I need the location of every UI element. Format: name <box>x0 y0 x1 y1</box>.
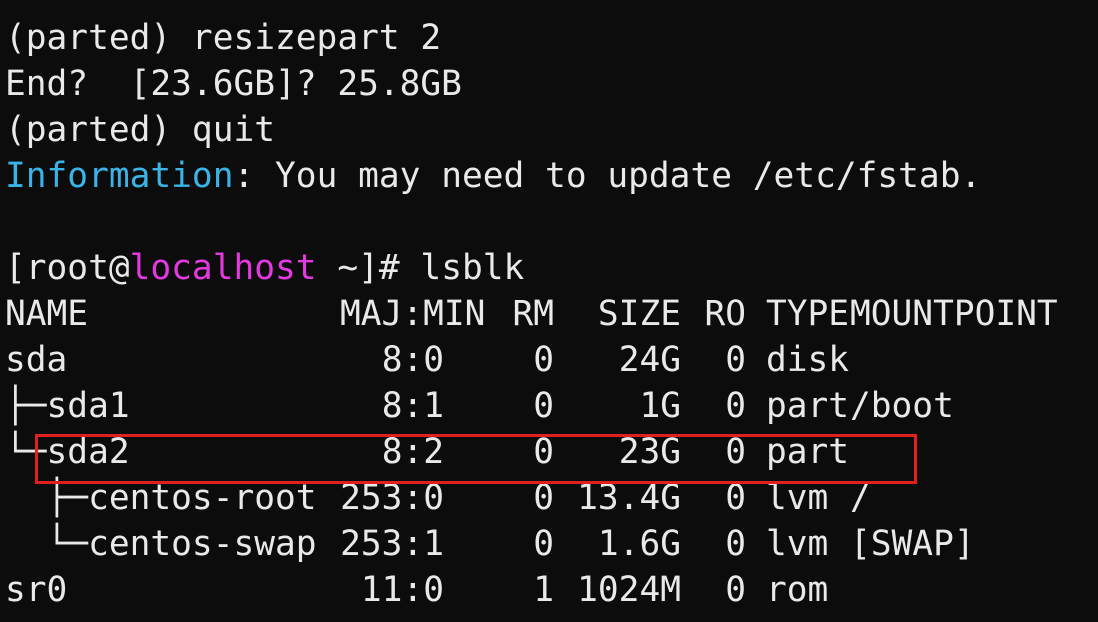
row-majmin: 253:1 <box>340 524 444 564</box>
row-mountpoint: [SWAP] <box>850 524 975 564</box>
table-row: ├─centos-root 253:0 0 13.4G 0 lvm / <box>5 475 1098 521</box>
row-majmin: 8:0 <box>381 340 444 380</box>
shell-prompt-line: [root@localhost ~]# lsblk <box>5 245 1098 291</box>
header-majmin: MAJ:MIN <box>340 294 486 334</box>
row-rm: 0 <box>533 524 554 564</box>
lsblk-header-row: NAME MAJ:MIN RM SIZE RO TYPE MOUNTPOINT <box>5 291 1098 337</box>
header-ro: RO <box>704 294 746 334</box>
row-type: part <box>766 432 850 472</box>
table-row: ├─sda1 8:1 0 1G 0 part/boot <box>5 383 1098 429</box>
terminal-line-end-prompt: End? [23.6GB]? 25.8GB <box>5 64 462 104</box>
row-majmin: 11:0 <box>360 570 444 610</box>
prompt-hostname: localhost <box>129 248 317 288</box>
row-majmin: 8:2 <box>381 432 444 472</box>
row-type: disk <box>766 340 850 380</box>
row-name: ├─sda1 <box>5 386 130 426</box>
row-ro: 0 <box>725 386 746 426</box>
row-ro: 0 <box>725 524 746 564</box>
row-ro: 0 <box>725 570 746 610</box>
row-ro: 0 <box>725 340 746 380</box>
information-label: Information <box>5 156 234 196</box>
row-mountpoint: /boot <box>850 386 954 426</box>
row-rm: 0 <box>533 340 554 380</box>
row-name: └─sda2 <box>5 432 130 472</box>
information-text: : You may need to update /etc/fstab. <box>233 156 982 196</box>
terminal-window[interactable]: (parted) resizepart 2 End? [23.6GB]? 25.… <box>0 0 1098 622</box>
prompt-prefix: [root@ <box>5 248 130 288</box>
row-rm: 0 <box>533 386 554 426</box>
header-mountpoint: MOUNTPOINT <box>850 294 1058 334</box>
header-rm: RM <box>512 294 554 334</box>
header-name: NAME <box>5 294 89 334</box>
table-row: └─centos-swap 253:1 0 1.6G 0 lvm [SWAP] <box>5 521 1098 567</box>
row-type: rom <box>766 570 829 610</box>
row-rm: 0 <box>533 432 554 472</box>
terminal-line-resize: (parted) resizepart 2 <box>5 18 442 58</box>
header-type: TYPE <box>766 294 850 334</box>
row-rm: 1 <box>533 570 554 610</box>
table-row: sda 8:0 0 24G 0 disk <box>5 337 1098 383</box>
row-type: lvm <box>766 524 829 564</box>
table-row: └─sda2 8:2 0 23G 0 part <box>5 429 1098 475</box>
row-size: 24G <box>618 340 681 380</box>
row-name: ├─centos-root <box>5 478 317 518</box>
table-row: sr0 11:0 1 1024M 0 rom <box>5 567 1098 613</box>
row-ro: 0 <box>725 478 746 518</box>
row-ro: 0 <box>725 432 746 472</box>
row-majmin: 8:1 <box>381 386 444 426</box>
row-majmin: 253:0 <box>340 478 444 518</box>
header-size: SIZE <box>597 294 681 334</box>
prompt-command: lsblk <box>420 248 525 288</box>
row-name: sr0 <box>5 570 68 610</box>
row-name: └─centos-swap <box>5 524 317 564</box>
terminal-line-information: Information: You may need to update /etc… <box>5 153 1098 199</box>
row-size: 13.4G <box>577 478 681 518</box>
row-size: 1024M <box>577 570 681 610</box>
row-mountpoint: / <box>850 478 871 518</box>
row-name: sda <box>5 340 68 380</box>
row-type: part <box>766 386 850 426</box>
row-type: lvm <box>766 478 829 518</box>
prompt-suffix: ~]# <box>316 248 421 288</box>
row-rm: 0 <box>533 478 554 518</box>
terminal-line-quit: (parted) quit <box>5 110 276 150</box>
row-size: 23G <box>618 432 681 472</box>
row-size: 1.6G <box>597 524 681 564</box>
row-size: 1G <box>639 386 681 426</box>
